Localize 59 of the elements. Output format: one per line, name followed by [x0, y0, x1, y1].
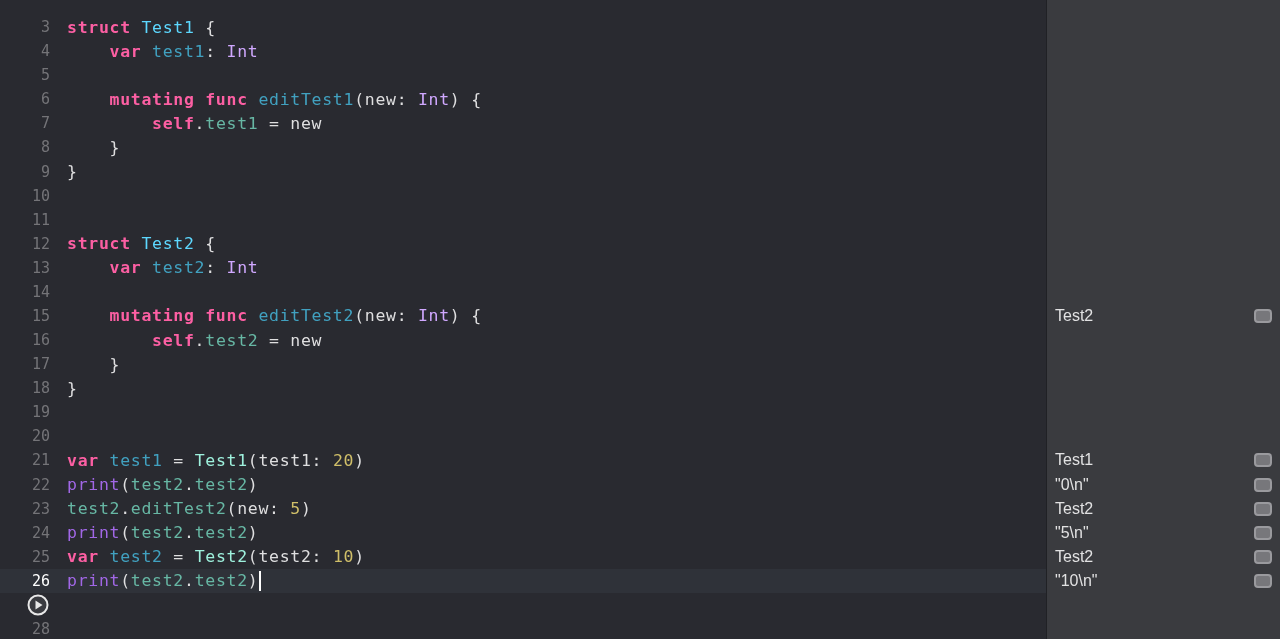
line-number: 5: [40, 66, 50, 85]
quick-look-icon[interactable]: [1254, 525, 1272, 540]
code-line: struct Test1 {: [67, 17, 216, 37]
line-number: 14: [31, 282, 50, 301]
line-number: 11: [31, 210, 50, 229]
line-number: 9: [40, 162, 50, 181]
line-number: 28: [31, 620, 50, 638]
line-number: 18: [31, 379, 50, 398]
line-number: 15: [31, 306, 50, 325]
code-line: print(test2.test2): [67, 523, 259, 543]
code-line: var test2: Int: [108, 258, 259, 278]
text-cursor: [259, 570, 262, 591]
code-line: print(test2.test2): [67, 475, 259, 494]
code-line: }: [108, 137, 121, 157]
code-line: self.test1 = new: [151, 113, 323, 133]
code-line: var test1: Int: [108, 41, 259, 61]
code-line: struct Test2 {: [67, 234, 216, 254]
quick-look-icon[interactable]: [1254, 453, 1272, 468]
line-number: 8: [40, 138, 50, 157]
result-value: Test2: [1055, 499, 1094, 518]
line-number: 13: [31, 258, 50, 277]
line-number: 10: [31, 186, 50, 205]
line-number: 7: [40, 114, 50, 133]
line-number: 6: [40, 90, 50, 109]
line-number: 3: [40, 18, 50, 37]
line-number: 20: [31, 427, 50, 446]
result-value: Test2: [1055, 306, 1094, 325]
quick-look-icon[interactable]: [1254, 549, 1272, 564]
result-value: Test2: [1055, 547, 1094, 566]
code-line: var test1 = Test1(test1: 20): [67, 450, 365, 470]
result-value: "0\n": [1055, 475, 1089, 494]
line-number: 25: [31, 547, 50, 566]
quick-look-icon[interactable]: [1254, 477, 1272, 492]
line-number: 22: [31, 475, 50, 494]
quick-look-icon[interactable]: [1254, 308, 1272, 323]
code-line: }: [67, 378, 78, 398]
quick-look-icon[interactable]: [1254, 501, 1272, 516]
line-number: 19: [31, 403, 50, 422]
code-line: }: [108, 354, 121, 374]
code-line: var test2 = Test2(test2: 10): [67, 547, 365, 567]
line-number: 21: [31, 451, 50, 470]
code-line: mutating func editTest1(new: Int) {: [108, 89, 482, 109]
line-number: 26: [31, 571, 50, 590]
quick-look-icon[interactable]: [1254, 573, 1272, 588]
line-number: 16: [31, 331, 50, 350]
line-number: 24: [31, 523, 50, 542]
result-value: Test1: [1055, 451, 1094, 470]
line-number: 17: [31, 355, 50, 374]
code-line: test2.editTest2(new: 5): [67, 499, 312, 519]
line-number: 12: [31, 234, 50, 253]
line-number: 23: [31, 499, 50, 518]
result-value: "10\n": [1055, 571, 1098, 590]
code-line: }: [67, 162, 78, 181]
code-line: print(test2.test2): [67, 571, 259, 591]
code-line: mutating func editTest2(new: Int) {: [108, 306, 482, 326]
result-value: "5\n": [1055, 523, 1089, 542]
run-button[interactable]: [27, 593, 49, 616]
line-number: 4: [40, 42, 50, 61]
code-line: self.test2 = new: [151, 330, 323, 350]
